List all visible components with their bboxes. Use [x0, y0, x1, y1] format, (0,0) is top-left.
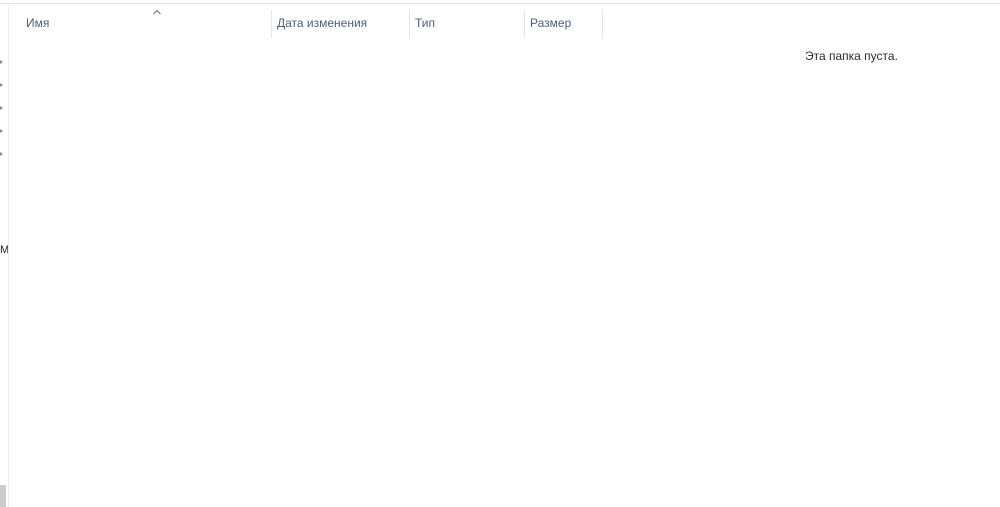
column-header-name[interactable]: Имя [20, 4, 271, 38]
column-header-date-modified[interactable]: Дата изменения [271, 4, 409, 38]
sort-ascending-chevron-up-icon [153, 9, 161, 15]
nav-expander-chevron-right-icon[interactable] [0, 106, 3, 110]
column-header-row: Имя Дата изменения Тип Размер [9, 4, 1000, 38]
column-header-size-label: Размер [530, 16, 572, 30]
nav-expander-chevron-right-icon[interactable] [0, 60, 3, 64]
column-header-type[interactable]: Тип [409, 4, 524, 38]
navigation-pane[interactable]: М [0, 4, 8, 507]
nav-expander-chevron-right-icon[interactable] [0, 83, 3, 87]
column-header-type-label: Тип [415, 16, 436, 30]
column-header-size[interactable]: Размер [524, 4, 602, 38]
nav-expander-chevron-right-icon[interactable] [0, 152, 3, 156]
pane-splitter[interactable] [8, 4, 9, 507]
column-header-name-label: Имя [26, 16, 50, 30]
nav-expander-chevron-right-icon[interactable] [0, 129, 3, 133]
nav-pane-scrollbar-thumb[interactable] [0, 485, 6, 507]
column-header-date-modified-label: Дата изменения [277, 16, 368, 30]
column-resize-handle[interactable] [602, 10, 603, 38]
empty-folder-message: Эта папка пуста. [805, 49, 898, 63]
nav-item-label-clipped[interactable]: М [0, 243, 8, 257]
